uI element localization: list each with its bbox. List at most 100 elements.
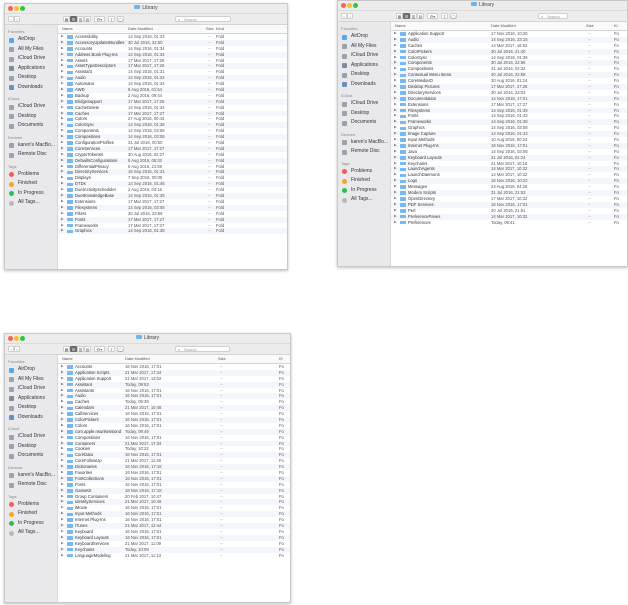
sidebar-item[interactable]: Desktop bbox=[5, 403, 57, 413]
sidebar-item[interactable]: Downloads bbox=[338, 80, 390, 90]
sidebar-item[interactable]: Applications bbox=[5, 64, 57, 74]
sidebar-item[interactable]: iCloud Drive bbox=[5, 432, 57, 442]
column-header-kind[interactable]: Ki bbox=[279, 355, 283, 363]
share-button[interactable]: ⇧ bbox=[441, 13, 448, 19]
sidebar-item[interactable]: AirDrop bbox=[5, 365, 57, 375]
sidebar-item[interactable]: All Tags... bbox=[338, 195, 390, 205]
sidebar-item[interactable]: Finished bbox=[338, 176, 390, 186]
sidebar-item[interactable]: Desktop bbox=[5, 112, 57, 122]
column-header-size[interactable]: Size bbox=[586, 22, 594, 30]
share-button[interactable]: ⇧ bbox=[108, 346, 115, 352]
arrange-button[interactable]: ⚙▾ bbox=[94, 16, 105, 22]
icon-view-button[interactable]: ▦ bbox=[63, 16, 70, 22]
sidebar-item[interactable]: karen's MacBo... bbox=[5, 471, 57, 481]
column-header-size[interactable]: Size bbox=[218, 355, 226, 363]
sidebar-item[interactable]: iCloud Drive bbox=[5, 102, 57, 112]
disclosure-triangle-icon[interactable]: ▶ bbox=[61, 553, 64, 559]
search-field[interactable]: ⌕ Search bbox=[175, 346, 230, 352]
icon-view-button[interactable]: ▦ bbox=[63, 346, 70, 352]
finder-window-system-library[interactable]: Library ‹ › ▦ ☰ ▥ ▤ ⚙▾ ⇧ ◯ ⌕ Search Favorites AirDrop… bbox=[4, 3, 288, 270]
list-view-button[interactable]: ☰ bbox=[70, 16, 77, 22]
sidebar-item[interactable]: Downloads bbox=[5, 413, 57, 423]
tags-button[interactable]: ◯ bbox=[450, 13, 457, 19]
sidebar-section-heading: Favorites bbox=[341, 26, 358, 31]
column-header-date[interactable]: Date Modified bbox=[491, 22, 516, 30]
sidebar-item[interactable]: AirDrop bbox=[5, 35, 57, 45]
sidebar-item[interactable]: In Progress bbox=[338, 186, 390, 196]
title-bar[interactable]: Library bbox=[5, 4, 287, 14]
column-view-button[interactable]: ▥ bbox=[77, 346, 84, 352]
column-header-name[interactable]: Name bbox=[395, 22, 406, 30]
column-header-name[interactable]: Name bbox=[62, 355, 73, 363]
gallery-view-button[interactable]: ▤ bbox=[84, 346, 91, 352]
search-field[interactable]: ⌕ Search bbox=[538, 13, 568, 19]
file-row[interactable]: ▶ LanguageModeling 21 Mar 2017, 11:13 -- Fo bbox=[58, 553, 290, 559]
finder-window-user-library[interactable]: Library ‹ › ▦ ☰ ▥ ▤ ⚙▾ ⇧ ◯ ⌕ Search Favorites AirDrop… bbox=[4, 333, 291, 603]
arrange-button[interactable]: ⚙▾ bbox=[94, 346, 105, 352]
column-header-name[interactable]: Name bbox=[62, 25, 73, 33]
file-row[interactable]: ▶ Preferences Today, 09:41 -- Fo bbox=[391, 220, 627, 226]
sidebar-item[interactable]: All My Files bbox=[5, 45, 57, 55]
column-view-button[interactable]: ▥ bbox=[77, 16, 84, 22]
sidebar-item[interactable]: Problems bbox=[338, 167, 390, 177]
sidebar-item[interactable]: Remote Disc bbox=[5, 480, 57, 490]
sidebar-item[interactable]: Applications bbox=[5, 394, 57, 404]
column-header-size[interactable]: Size bbox=[206, 25, 214, 33]
sidebar-item[interactable]: Desktop bbox=[338, 109, 390, 119]
sidebar-item[interactable]: karen's MacBo... bbox=[338, 138, 390, 148]
arrange-button[interactable]: ⚙▾ bbox=[427, 13, 438, 19]
sidebar-item[interactable]: iCloud Drive bbox=[5, 54, 57, 64]
sidebar-item[interactable]: Finished bbox=[5, 509, 57, 519]
list-view-button[interactable]: ☰ bbox=[70, 346, 77, 352]
file-row[interactable]: ▶ Graphics 14 Sep 2016, 01:38 -- Fold bbox=[58, 228, 287, 235]
sidebar-item[interactable]: All My Files bbox=[5, 375, 57, 385]
sidebar-item[interactable]: All Tags... bbox=[5, 198, 57, 208]
sidebar-item[interactable]: Documents bbox=[338, 118, 390, 128]
column-header-kind[interactable]: Ki bbox=[614, 22, 618, 30]
sidebar-item[interactable]: Problems bbox=[5, 170, 57, 180]
list-view-button[interactable]: ☰ bbox=[403, 13, 410, 19]
sidebar-item[interactable]: karen's MacBo... bbox=[5, 141, 57, 151]
sidebar-item[interactable]: AirDrop bbox=[338, 32, 390, 42]
sidebar-item[interactable]: All Tags... bbox=[5, 528, 57, 538]
sidebar-item[interactable]: Applications bbox=[338, 61, 390, 71]
sidebar-item[interactable]: Documents bbox=[5, 121, 57, 131]
sidebar-item[interactable]: Documents bbox=[5, 451, 57, 461]
disclosure-triangle-icon[interactable]: ▶ bbox=[61, 228, 64, 234]
finder-window-root-library[interactable]: Library ‹ › ▦ ☰ ▥ ▤ ⚙▾ ⇧ ◯ ⌕ Search Favorites AirDrop… bbox=[337, 0, 628, 267]
sidebar-item-label: karen's MacBo... bbox=[18, 141, 56, 148]
sidebar-item[interactable]: All My Files bbox=[338, 42, 390, 52]
column-header-kind[interactable]: Kind bbox=[216, 25, 224, 33]
tags-button[interactable]: ◯ bbox=[117, 16, 124, 22]
title-bar[interactable]: Library bbox=[5, 334, 290, 344]
tags-button[interactable]: ◯ bbox=[117, 346, 124, 352]
disclosure-triangle-icon[interactable]: ▶ bbox=[394, 220, 397, 226]
icon-view-button[interactable]: ▦ bbox=[396, 13, 403, 19]
column-header-date[interactable]: Date Modified bbox=[128, 25, 153, 33]
gallery-view-button[interactable]: ▤ bbox=[417, 13, 424, 19]
sidebar-item[interactable]: Remote Disc bbox=[5, 150, 57, 160]
sidebar-item[interactable]: Desktop bbox=[338, 70, 390, 80]
sidebar-item[interactable]: Desktop bbox=[5, 73, 57, 83]
sidebar-item[interactable]: Downloads bbox=[5, 83, 57, 93]
column-header-date[interactable]: Date Modified bbox=[125, 355, 150, 363]
gallery-view-button[interactable]: ▤ bbox=[84, 16, 91, 22]
share-button[interactable]: ⇧ bbox=[108, 16, 115, 22]
sidebar-item[interactable]: Desktop bbox=[5, 442, 57, 452]
sidebar-item[interactable]: Finished bbox=[5, 179, 57, 189]
title-bar[interactable]: Library bbox=[338, 1, 627, 11]
search-field[interactable]: ⌕ Search bbox=[175, 16, 231, 22]
forward-button[interactable]: › bbox=[14, 346, 20, 352]
sidebar-item[interactable]: iCloud Drive bbox=[338, 51, 390, 61]
column-view-button[interactable]: ▥ bbox=[410, 13, 417, 19]
sidebar: Favorites AirDrop All My Files iCloud Drive… bbox=[5, 355, 58, 602]
sidebar-item[interactable]: iCloud Drive bbox=[338, 99, 390, 109]
sidebar-item[interactable]: In Progress bbox=[5, 189, 57, 199]
forward-button[interactable]: › bbox=[347, 13, 353, 19]
forward-button[interactable]: › bbox=[14, 16, 20, 22]
sidebar-item[interactable]: Remote Disc bbox=[338, 147, 390, 157]
search-placeholder: Search bbox=[184, 347, 197, 352]
sidebar-item[interactable]: In Progress bbox=[5, 519, 57, 529]
sidebar-item[interactable]: Problems bbox=[5, 500, 57, 510]
sidebar-item[interactable]: iCloud Drive bbox=[5, 384, 57, 394]
